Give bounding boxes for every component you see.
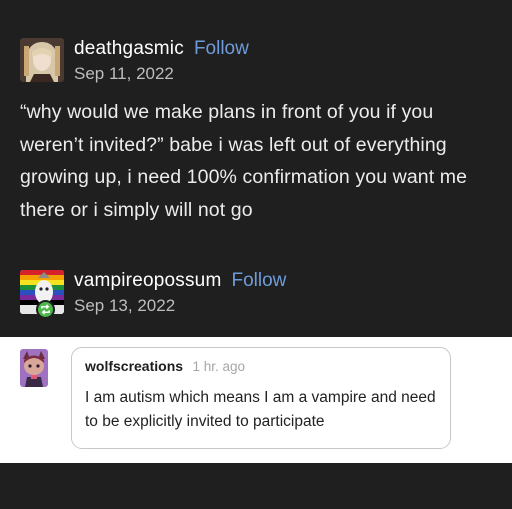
avatar-wolfscreations[interactable] <box>20 349 48 387</box>
comment-text: I am autism which means I am a vampire a… <box>85 389 436 430</box>
comment-timestamp: 1 hr. ago <box>192 359 246 374</box>
post-author-username[interactable]: deathgasmic <box>74 38 184 60</box>
reblog-author-username[interactable]: vampireopossum <box>74 270 221 292</box>
post-header-1: deathgasmic Follow Sep 11, 2022 <box>20 38 249 84</box>
post-date: Sep 11, 2022 <box>74 64 174 83</box>
avatar-deathgasmic[interactable] <box>20 38 64 82</box>
reblog-icon <box>36 300 55 319</box>
comment-username[interactable]: wolfscreations <box>85 358 183 374</box>
follow-button[interactable]: Follow <box>194 38 249 60</box>
comment-bubble: wolfscreations 1 hr. ago I am autism whi… <box>71 347 451 449</box>
post-body-text: “why would we make plans in front of you… <box>20 101 468 221</box>
post-header-2: vampireopossum Follow Sep 13, 2022 <box>20 270 286 316</box>
follow-button-2[interactable]: Follow <box>231 270 286 292</box>
reblog-date: Sep 13, 2022 <box>74 296 176 315</box>
